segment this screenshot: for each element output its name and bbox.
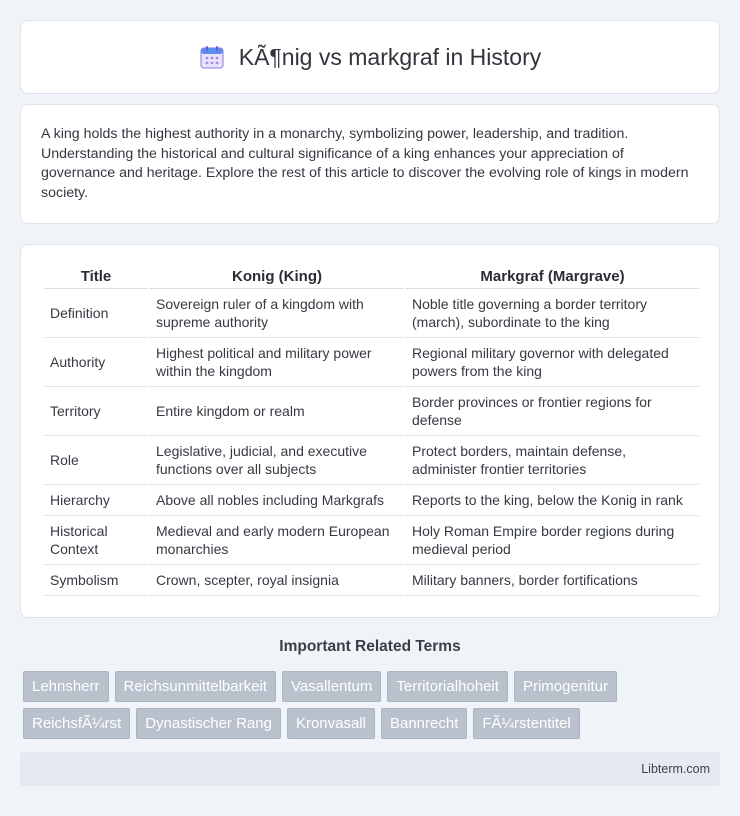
table-cell: Sovereign ruler of a kingdom with suprem… xyxy=(150,289,404,338)
table-cell: Holy Roman Empire border regions during … xyxy=(406,516,699,565)
tag-link[interactable]: ReichsfÃ¼rst xyxy=(23,708,131,739)
table-header-row: Title Konig (King) Markgraf (Margrave) xyxy=(44,265,699,289)
row-label: Authority xyxy=(44,338,148,387)
tag-link[interactable]: Bannrecht xyxy=(380,708,468,739)
row-label: Symbolism xyxy=(44,565,148,596)
tag-link[interactable]: Dynastischer Rang xyxy=(136,708,281,739)
tag-link[interactable]: Territorialhoheit xyxy=(387,671,508,702)
table-row: Historical Context Medieval and early mo… xyxy=(44,516,699,565)
table-cell: Reports to the king, below the Konig in … xyxy=(406,485,699,516)
row-label: Hierarchy xyxy=(44,485,148,516)
row-label: Historical Context xyxy=(44,516,148,565)
table-cell: Crown, scepter, royal insignia xyxy=(150,565,404,596)
table-cell: Border provinces or frontier regions for… xyxy=(406,387,699,436)
table-row: Authority Highest political and military… xyxy=(44,338,699,387)
tag-link[interactable]: FÃ¼rstentitel xyxy=(473,708,580,739)
table-cell: Military banners, border fortifications xyxy=(406,565,699,596)
table-cell: Medieval and early modern European monar… xyxy=(150,516,404,565)
table-cell: Entire kingdom or realm xyxy=(150,387,404,436)
tag-link[interactable]: Reichsunmittelbarkeit xyxy=(114,671,276,702)
column-header: Markgraf (Margrave) xyxy=(406,265,699,289)
calendar-icon xyxy=(199,44,225,70)
row-label: Role xyxy=(44,436,148,485)
intro-text: A king holds the highest authority in a … xyxy=(41,126,689,201)
table-cell: Above all nobles including Markgrafs xyxy=(150,485,404,516)
table-row: Hierarchy Above all nobles including Mar… xyxy=(44,485,699,516)
table-cell: Highest political and military power wit… xyxy=(150,338,404,387)
intro-card: A king holds the highest authority in a … xyxy=(20,104,720,224)
comparison-table: Title Konig (King) Markgraf (Margrave) D… xyxy=(42,265,701,596)
table-cell: Legislative, judicial, and executive fun… xyxy=(150,436,404,485)
table-row: Definition Sovereign ruler of a kingdom … xyxy=(44,289,699,338)
related-terms-title: Important Related Terms xyxy=(279,638,461,655)
related-terms: Lehnsherr Reichsunmittelbarkeit Vasallen… xyxy=(23,671,723,745)
column-header: Title xyxy=(44,265,148,289)
comparison-card: Title Konig (King) Markgraf (Margrave) D… xyxy=(20,244,720,618)
table-row: Role Legislative, judicial, and executiv… xyxy=(44,436,699,485)
page-title: KÃ¶nig vs markgraf in History xyxy=(238,43,542,70)
table-cell: Noble title governing a border territory… xyxy=(406,289,699,338)
column-header: Konig (King) xyxy=(150,265,404,289)
row-label: Definition xyxy=(44,289,148,338)
tag-row: ReichsfÃ¼rst Dynastischer Rang Kronvasal… xyxy=(23,708,723,739)
table-row: Territory Entire kingdom or realm Border… xyxy=(44,387,699,436)
tag-row: Lehnsherr Reichsunmittelbarkeit Vasallen… xyxy=(23,671,723,702)
table-cell: Regional military governor with delegate… xyxy=(406,338,699,387)
table-row: Symbolism Crown, scepter, royal insignia… xyxy=(44,565,699,596)
tag-link[interactable]: Primogenitur xyxy=(513,671,617,702)
row-label: Territory xyxy=(44,387,148,436)
footer-link[interactable]: Libterm.com xyxy=(641,762,710,776)
footer: Libterm.com xyxy=(20,752,720,786)
tag-link[interactable]: Lehnsherr xyxy=(23,671,109,702)
tag-link[interactable]: Kronvasall xyxy=(286,708,375,739)
header-card: KÃ¶nig vs markgraf in History xyxy=(20,20,720,94)
tag-link[interactable]: Vasallentum xyxy=(281,671,382,702)
table-cell: Protect borders, maintain defense, admin… xyxy=(406,436,699,485)
title-wrap: KÃ¶nig vs markgraf in History xyxy=(199,43,542,71)
